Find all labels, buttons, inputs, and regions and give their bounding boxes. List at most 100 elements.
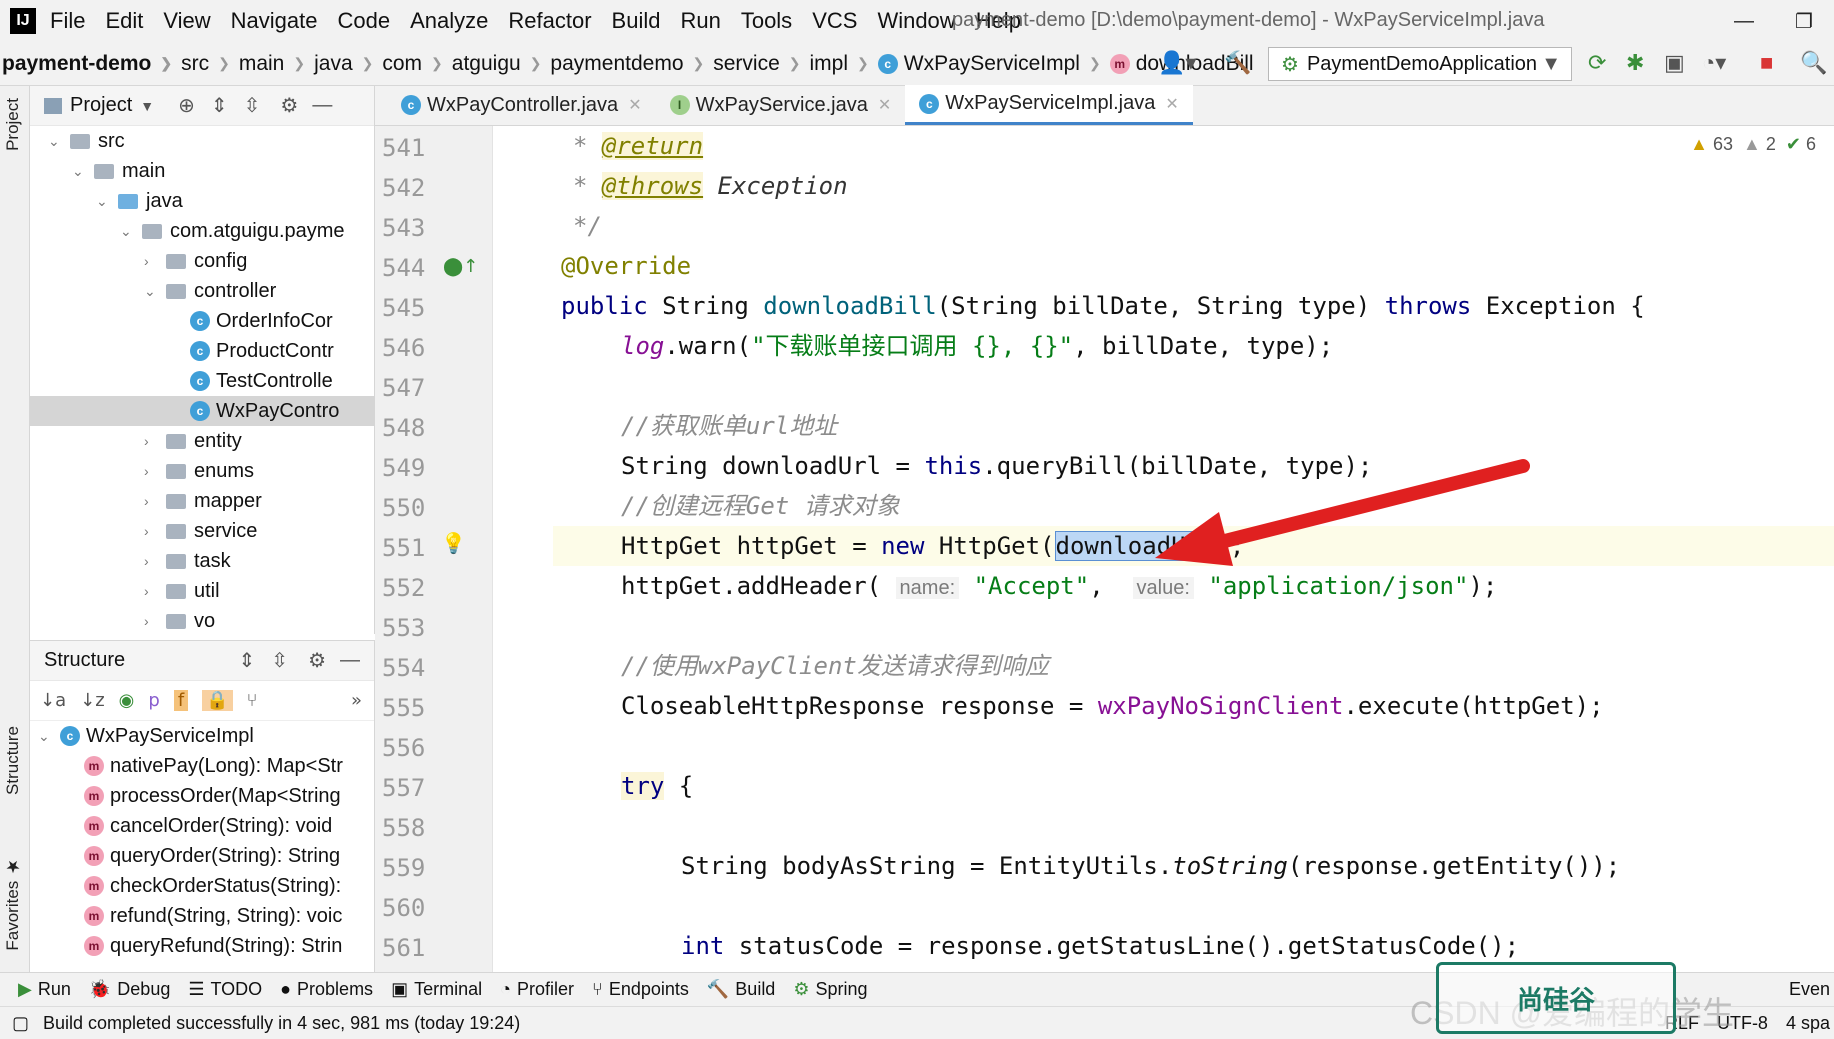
tab-wxpayserviceimpl[interactable]: c WxPayServiceImpl.java ✕ [905,85,1193,125]
inherited-icon[interactable]: ◉ [119,690,135,711]
structure-method[interactable]: m checkOrderStatus(String): [30,871,375,901]
properties-icon[interactable]: p [148,690,159,711]
chevron-right-icon[interactable]: › [144,523,166,539]
chevron-right-icon[interactable]: › [144,463,166,479]
collapse-all-icon[interactable]: ⇳ [271,648,288,673]
structure-method[interactable]: m cancelOrder(String): void [30,811,375,841]
tree-item[interactable]: › task [144,546,375,576]
expand-all-icon[interactable]: ⇕ [211,93,228,118]
anonymous-icon[interactable]: ⑂ [247,690,258,711]
structure-tool-tab[interactable]: Structure [3,726,23,795]
chevron-down-icon[interactable]: ▼ [140,98,154,114]
menu-view[interactable]: View [163,8,210,34]
tree-item[interactable]: › util [144,576,375,606]
chevron-down-icon[interactable]: ⌄ [38,728,60,745]
breadcrumb-java[interactable]: java ❯ [314,52,382,76]
breadcrumb-atguigu[interactable]: atguigu ❯ [452,52,551,76]
chevron-down-icon[interactable]: ⌄ [144,283,166,300]
menu-build[interactable]: Build [612,8,661,34]
search-icon[interactable]: 🔍 [1800,50,1827,76]
structure-method[interactable]: m nativePay(Long): Map<Str [30,751,375,781]
indent-setting[interactable]: 4 spa [1786,1013,1830,1034]
tree-item[interactable]: c TestControlle [168,366,375,396]
breadcrumb-service[interactable]: service ❯ [713,52,809,76]
fields-icon[interactable]: f [173,690,189,711]
tree-item[interactable]: c WxPayContro [30,396,375,426]
chevron-right-icon[interactable]: › [144,553,166,569]
profiler-icon[interactable]: ◔▾ [1702,50,1726,76]
collapse-all-icon[interactable]: ⇳ [244,93,261,118]
menu-refactor[interactable]: Refactor [508,8,591,34]
locate-icon[interactable]: ⊕ [178,93,195,118]
sort-visibility-icon[interactable]: ↓a [40,690,66,711]
more-icon[interactable]: » [351,690,362,711]
todo-tool-tab[interactable]: TODO [210,979,262,1000]
chevron-down-icon[interactable]: ⌄ [120,223,142,240]
structure-class[interactable]: ⌄ c WxPayServiceImpl [30,721,374,751]
tree-item[interactable]: › service [144,516,375,546]
menu-file[interactable]: File [50,8,85,34]
project-panel-title[interactable]: Project [70,94,132,117]
tree-item[interactable]: ⌄ main [72,156,375,186]
chevron-right-icon[interactable]: › [144,613,166,629]
tree-item[interactable]: › vo [144,606,375,636]
favorites-tool-tab[interactable]: Favorites ★ [3,856,23,951]
project-tool-tab[interactable]: Project [3,98,23,151]
hide-icon[interactable]: — [312,94,332,117]
run-config-select[interactable]: ⚙ PaymentDemoApplication ▼ [1268,47,1572,81]
tree-item[interactable]: ⌄ controller [144,276,375,306]
build-tool-tab[interactable]: Build [735,979,775,1000]
tab-wxpaycontroller[interactable]: c WxPayController.java ✕ [387,85,656,125]
hammer-icon[interactable]: 🔨 [1224,50,1251,76]
breadcrumb-paymentdemo[interactable]: paymentdemo ❯ [550,52,713,76]
sort-alpha-icon[interactable]: ↓z [80,690,105,711]
lightbulb-icon[interactable]: 💡 [441,531,466,555]
structure-method[interactable]: m processOrder(Map<String [30,781,375,811]
terminal-tool-tab[interactable]: Terminal [414,979,482,1000]
status-toggle-icon[interactable]: ▢ [12,1013,29,1034]
breadcrumb-com[interactable]: com ❯ [382,52,451,76]
chevron-right-icon[interactable]: › [144,583,166,599]
expand-all-icon[interactable]: ⇕ [239,648,256,673]
chevron-down-icon[interactable]: ⌄ [96,193,118,210]
debug-tool-tab[interactable]: Debug [117,979,170,1000]
tree-item[interactable]: › mapper [144,486,375,516]
tree-item[interactable]: › entity [144,426,375,456]
close-icon[interactable]: ✕ [878,95,891,115]
chevron-down-icon[interactable]: ⌄ [48,133,70,150]
tree-item[interactable]: ⌄ src [48,126,375,156]
breadcrumb-src[interactable]: src ❯ [181,52,239,76]
run-tool-tab[interactable]: Run [38,979,71,1000]
chevron-right-icon[interactable]: › [144,253,166,269]
tree-item[interactable]: c ProductContr [168,336,375,366]
gear-icon[interactable]: ⚙ [308,648,326,673]
menu-tools[interactable]: Tools [741,8,792,34]
breadcrumb-class[interactable]: c WxPayServiceImpl ❯ [877,52,1110,76]
chevron-right-icon[interactable]: › [144,433,166,449]
menu-window[interactable]: Window [877,8,955,34]
debug-icon[interactable]: ✱ [1626,50,1644,76]
chevron-down-icon[interactable]: ⌄ [72,163,94,180]
chevron-right-icon[interactable]: › [144,493,166,509]
spring-tool-tab[interactable]: Spring [815,979,867,1000]
structure-method[interactable]: m queryOrder(String): String [30,841,375,871]
profiler-tool-tab[interactable]: Profiler [517,979,574,1000]
maximize-icon[interactable]: ❐ [1774,9,1834,34]
implements-icon[interactable]: ⬤↑ [443,256,478,277]
menu-navigate[interactable]: Navigate [231,8,318,34]
code-editor[interactable]: ▲ 63 ▲ 2 ✔ 6 * @return * @throws Excepti… [493,126,1834,972]
structure-method[interactable]: m refund(String, String): voic [30,901,375,931]
event-log-tab[interactable]: Even [1789,979,1830,1000]
rerun-icon[interactable]: ⟳ [1588,50,1606,76]
endpoints-tool-tab[interactable]: Endpoints [609,979,689,1000]
structure-method[interactable]: m queryRefund(String): Strin [30,931,375,961]
close-icon[interactable]: ✕ [628,95,641,115]
menu-code[interactable]: Code [338,8,391,34]
tree-item[interactable]: ⌄ com.atguigu.payme [120,216,375,246]
menu-edit[interactable]: Edit [105,8,143,34]
breadcrumb-main[interactable]: main ❯ [239,52,314,76]
hide-icon[interactable]: — [340,649,360,672]
tree-item[interactable]: ⌄ java [96,186,375,216]
stop-icon[interactable]: ■ [1760,50,1773,76]
non-public-icon[interactable]: 🔒 [202,690,233,711]
